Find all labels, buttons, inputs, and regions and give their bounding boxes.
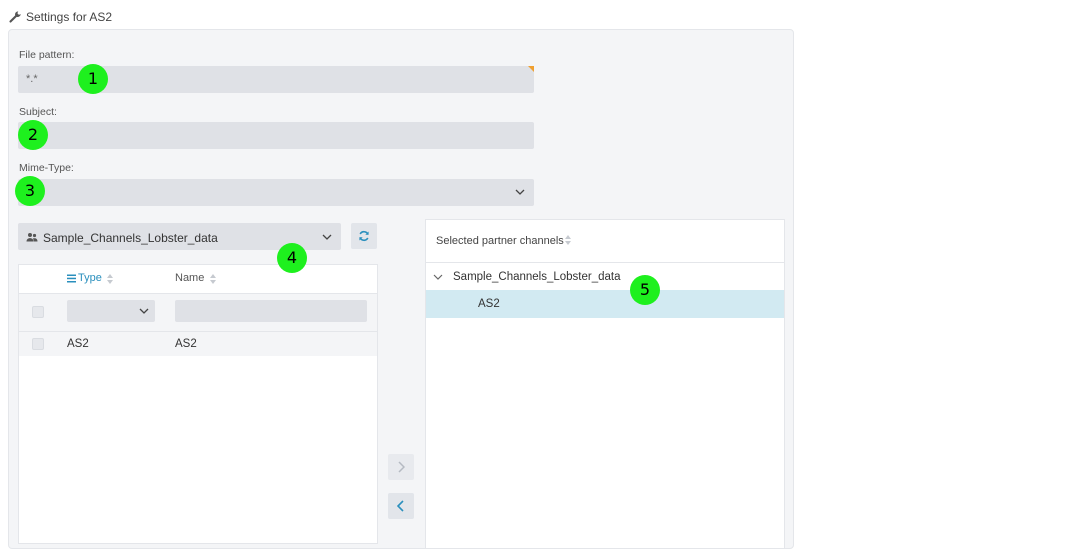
channels-table: Type Name AS2 AS2 (18, 264, 378, 544)
column-header-name[interactable]: Name (175, 272, 204, 284)
tree-item-label: AS2 (478, 298, 500, 310)
chevron-left-icon (397, 500, 404, 512)
sort-icon[interactable] (106, 273, 114, 285)
sort-icon[interactable] (564, 234, 572, 246)
row-checkbox[interactable] (32, 338, 44, 350)
add-to-selected-button[interactable] (388, 454, 414, 480)
channel-group-value: Sample_Channels_Lobster_data (43, 231, 218, 245)
title-bar: Settings for AS2 (0, 0, 1087, 30)
remove-from-selected-button[interactable] (388, 493, 414, 519)
refresh-button[interactable] (351, 223, 377, 249)
file-pattern-value: *.* (26, 73, 38, 85)
required-corner-icon (528, 66, 534, 72)
tree-item-selected[interactable]: AS2 (426, 290, 784, 318)
chevron-down-icon (515, 189, 525, 195)
selected-channels-panel: Selected partner channels Sample_Channel… (425, 219, 785, 549)
refresh-icon (359, 230, 369, 242)
filter-row (19, 294, 377, 332)
chevron-down-icon[interactable] (433, 273, 443, 281)
selected-channels-title: Selected partner channels (436, 235, 564, 247)
filter-lines-icon (67, 274, 76, 283)
users-icon (26, 233, 38, 242)
type-filter-select[interactable] (67, 300, 155, 322)
annotation-marker-2: 2 (18, 120, 48, 150)
wrench-icon (9, 11, 21, 23)
cell-name: AS2 (175, 338, 197, 350)
select-all-checkbox[interactable] (32, 306, 44, 318)
mime-type-select[interactable] (18, 179, 534, 206)
annotation-marker-4: 4 (277, 243, 307, 273)
file-pattern-label: File pattern: (19, 49, 75, 61)
chevron-down-icon (139, 308, 149, 314)
chevron-right-icon (398, 461, 405, 473)
column-header-type[interactable]: Type (78, 272, 102, 284)
table-header: Type Name (19, 265, 377, 294)
sort-icon[interactable] (209, 273, 217, 285)
selected-channels-header: Selected partner channels (426, 220, 784, 263)
tree-group-row[interactable]: Sample_Channels_Lobster_data (426, 263, 784, 291)
cell-type: AS2 (67, 338, 89, 350)
subject-input[interactable] (18, 122, 534, 149)
mime-type-label: Mime-Type: (19, 162, 74, 174)
name-filter-input[interactable] (175, 300, 367, 322)
annotation-marker-1: 1 (78, 64, 108, 94)
tree-group-label: Sample_Channels_Lobster_data (453, 271, 621, 283)
chevron-down-icon (322, 234, 332, 240)
subject-label: Subject: (19, 106, 57, 118)
annotation-marker-3: 3 (15, 176, 45, 206)
table-row[interactable]: AS2 AS2 (19, 332, 377, 356)
page-title: Settings for AS2 (26, 10, 113, 24)
annotation-marker-5: 5 (630, 275, 660, 305)
